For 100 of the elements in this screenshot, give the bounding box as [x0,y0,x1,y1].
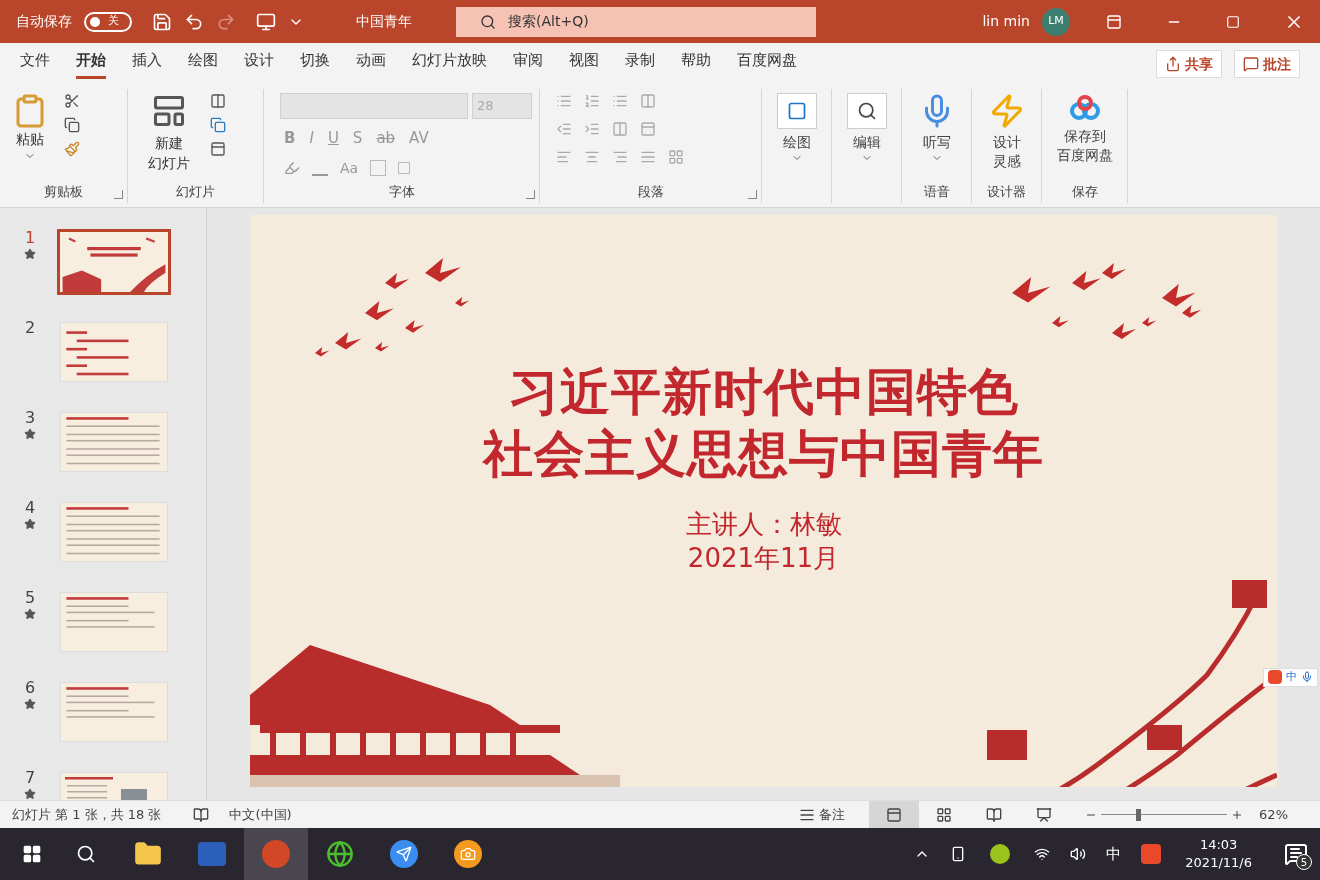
decrease-indent-icon[interactable] [556,121,572,137]
comment-icon [1243,56,1259,72]
group-label: 设计器 [987,183,1026,202]
share-button[interactable]: 共享 [1156,50,1222,78]
highlighter-icon[interactable] [284,160,300,176]
slide-number: 6 [24,678,36,698]
slide-number: 5 [24,588,36,608]
align-center-icon[interactable] [584,149,600,165]
search-icon[interactable] [76,844,96,864]
wifi-icon[interactable] [1034,846,1051,862]
ribbon-button[interactable]: 设计 灵感 [980,93,1033,171]
zoom-in-icon[interactable] [1231,808,1244,821]
dialog-launcher-icon[interactable] [114,190,123,199]
ime-mode[interactable]: 中 [1286,669,1297,686]
dialog-launcher-icon[interactable] [526,190,535,199]
copy-icon[interactable] [64,117,80,133]
presenter-text: 主讲人：林敏 [685,508,842,541]
slide-number: 2 [24,318,36,338]
clock-date[interactable]: 2021/11/6 [1185,854,1252,872]
slide-title: 社会主义思想与中国青年 [483,424,1044,485]
slide-number: 3 [24,408,36,428]
numbering-icon[interactable] [584,93,600,109]
ribbon-button[interactable]: 听写 [910,93,963,164]
reading-view-icon [986,806,1003,823]
slide-title: 习近平新时代中国特色 [508,362,1019,423]
view-button[interactable] [869,800,920,829]
menu-tab[interactable]: 动画 [356,49,386,79]
ribbon-button[interactable]: 保存到 百度网盘 [1050,93,1119,165]
menu-tab[interactable]: 帮助 [681,49,711,79]
ribbon-button[interactable]: 编辑 [840,93,893,164]
slide-thumbnail[interactable] [60,502,168,562]
menu-tab[interactable]: 录制 [625,49,655,79]
notification-icon[interactable] [1284,842,1308,866]
group-label: 字体 [388,183,415,202]
input-method[interactable]: 中 [1106,842,1122,866]
autosave-toggle[interactable]: 关 [84,11,132,32]
language-label[interactable]: 中文(中国) [229,804,292,825]
restore-icon[interactable] [1226,14,1240,29]
search-icon [846,93,887,129]
menu-tab[interactable]: 设计 [244,49,274,79]
word-app-icon [198,842,226,866]
volume-icon[interactable] [1070,846,1087,862]
group-label: 语音 [923,183,950,202]
justify-icon[interactable] [640,149,656,165]
ime-logo-icon[interactable] [1268,670,1282,685]
menu-tab[interactable]: 开始 [76,49,106,79]
zoom-percent[interactable]: 62% [1259,804,1288,825]
present-icon[interactable] [256,11,276,32]
user-name: lin min [982,12,1030,31]
save-icon[interactable] [152,11,172,32]
clock-time[interactable]: 14:03 [1199,836,1238,854]
slide-thumbnail[interactable] [60,412,168,472]
menu-tab[interactable]: 绘图 [188,49,218,79]
ime-logo-icon[interactable] [1141,844,1162,864]
notes-button[interactable]: 备注 [799,804,846,825]
ribbon-display-icon[interactable] [1106,13,1122,30]
menu-tab[interactable]: 幻灯片放映 [412,49,487,79]
align-left-icon[interactable] [556,149,572,165]
menu-tab[interactable]: 文件 [20,49,50,79]
slide-thumbnail[interactable] [60,322,168,382]
smartart-icon[interactable] [668,149,684,165]
microphone-icon[interactable] [1301,671,1313,684]
comments-button[interactable]: 批注 [1234,50,1300,78]
security-icon[interactable] [990,844,1011,864]
user-avatar[interactable]: LM [1042,7,1070,36]
ribbon-button[interactable]: 绘图 [770,93,823,164]
slide-thumbnail[interactable] [60,232,168,292]
menu-tab[interactable]: 插入 [132,49,162,79]
date-text: 2021年11月 [687,542,840,575]
folder-icon [134,840,162,868]
search-bar[interactable]: 搜索(Alt+Q) [456,6,816,37]
search-input[interactable]: 搜索(Alt+Q) [508,11,758,32]
group-label: 保存 [1071,183,1098,202]
font-name-field[interactable] [280,93,468,119]
align-right-icon[interactable] [612,149,628,165]
zoom-slider[interactable] [1101,808,1228,821]
menu-tab[interactable]: 切换 [300,49,330,79]
menu-tab[interactable]: 百度网盘 [737,49,797,79]
new-slide-button[interactable]: 新建 幻灯片 [136,93,202,173]
powerpoint-app-icon [262,840,290,868]
increase-indent-icon[interactable] [584,121,600,137]
slide-thumbnail[interactable] [60,592,168,652]
bullets-icon[interactable] [556,93,572,109]
undo-icon[interactable] [184,11,204,32]
document-title[interactable]: 中国青年 [356,11,412,32]
camera-icon [454,840,482,868]
layout-icon[interactable] [210,93,226,109]
menu-tab[interactable]: 审阅 [513,49,543,79]
dialog-launcher-icon[interactable] [748,190,757,199]
menu-tab[interactable]: 视图 [569,49,599,79]
paste-button[interactable]: 粘贴 [8,93,52,162]
slide-number: 1 [24,228,36,248]
search-icon [480,13,496,30]
paintbrush-icon[interactable] [64,141,80,157]
group-label: 剪贴板 [44,183,83,202]
slide-thumbnail[interactable] [60,682,168,742]
scissors-icon[interactable] [64,93,80,109]
paper-plane-icon [390,840,418,868]
accessibility-icon[interactable] [193,806,210,823]
notification-count: 5 [1296,854,1312,870]
